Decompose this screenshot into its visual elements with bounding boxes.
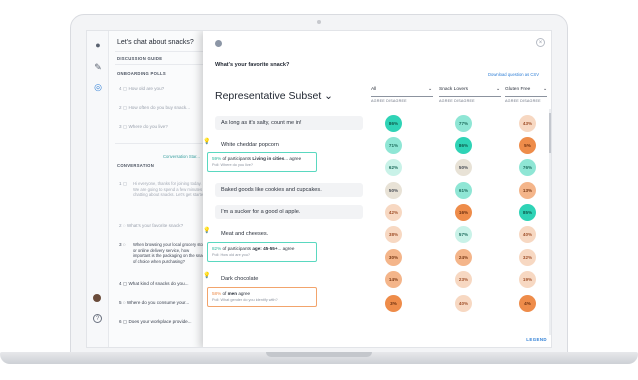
result-circle[interactable]: 30%	[385, 249, 402, 266]
response-row[interactable]: As long as it's salty, count me in!	[215, 116, 363, 130]
response-row[interactable]: White cheddar popcorn	[215, 138, 363, 152]
intro-text: Hi everyone, thanks for joining today. W…	[133, 181, 207, 198]
insight-card[interactable]: 58% of men agree Poll: What gender do yo…	[207, 287, 317, 307]
list-item[interactable]: 1 ▢	[119, 181, 127, 187]
conversation-starter-tag: Conversation Star...	[163, 154, 200, 159]
list-item[interactable]: 3 ▢ Where do you live?	[119, 124, 168, 130]
result-circle[interactable]: 61%	[455, 182, 472, 199]
list-item[interactable]: 4 ▢ How old are you?	[119, 86, 164, 92]
section-onboarding-polls[interactable]: ONBOARDING POLLS	[117, 71, 166, 76]
segment-underline	[439, 96, 501, 97]
result-circle[interactable]: 5%	[519, 137, 536, 154]
help-icon[interactable]: ?	[93, 314, 102, 323]
result-circle[interactable]: 40%	[455, 295, 472, 312]
divider	[115, 64, 209, 65]
segment-underline	[371, 96, 433, 97]
laptop-notch	[266, 352, 372, 357]
app-screen: ● ✎ ◎ ? Let's chat about snacks? DISCUSS…	[86, 30, 552, 348]
result-circle[interactable]: 16%	[455, 204, 472, 221]
list-item[interactable]: 6 ▢ Does your workplace provide...	[119, 319, 192, 325]
close-icon[interactable]: ×	[536, 38, 545, 47]
sort-toggle[interactable]: AGREE DISAGREE	[505, 99, 541, 103]
subset-dropdown[interactable]: Representative Subset ⌄	[215, 90, 333, 102]
result-circle[interactable]: 77%	[455, 115, 472, 132]
result-circle[interactable]: 42%	[385, 204, 402, 221]
result-circle[interactable]: 76%	[519, 159, 536, 176]
sort-toggle[interactable]: AGREE DISAGREE	[439, 99, 475, 103]
response-row[interactable]: I'm a sucker for a good ol apple.	[215, 205, 363, 219]
segment-select-gluten-free[interactable]: Gluten Free ⌄	[505, 87, 547, 92]
result-circle[interactable]: 86%	[455, 137, 472, 154]
result-circle[interactable]: 86%	[385, 115, 402, 132]
scrollbar-thumb[interactable]	[549, 113, 551, 153]
result-circle[interactable]: 3%	[385, 295, 402, 312]
result-circle[interactable]: 23%	[455, 271, 472, 288]
result-circle[interactable]: 14%	[385, 271, 402, 288]
chevron-down-icon: ⌄	[324, 90, 333, 102]
result-circle[interactable]: 32%	[519, 249, 536, 266]
chevron-down-icon: ⌄	[496, 87, 501, 92]
legend-link[interactable]: LEGEND	[526, 337, 547, 342]
section-discussion-guide[interactable]: DISCUSSION GUIDE	[117, 56, 162, 61]
result-circle[interactable]: 50%	[455, 159, 472, 176]
discussion-guide: Let's chat about snacks? DISCUSSION GUID…	[109, 31, 209, 347]
result-circle[interactable]: 50%	[385, 182, 402, 199]
response-row[interactable]: Meat and cheeses.	[215, 227, 363, 241]
result-circle[interactable]: 40%	[519, 226, 536, 243]
lightbulb-icon[interactable]: 💡	[203, 227, 210, 234]
segment-select-all[interactable]: All ⌄	[371, 87, 432, 92]
question-title: What's your favorite snack?	[215, 62, 290, 68]
chat-icon[interactable]: ◎	[92, 81, 104, 93]
avatar[interactable]	[93, 294, 101, 302]
segment-select-snack-lovers[interactable]: Snack Lovers ⌄	[439, 87, 500, 92]
download-csv-link[interactable]: Download question as CSV	[488, 72, 539, 77]
chevron-down-icon: ⌄	[428, 87, 433, 92]
guide-title: Let's chat about snacks?	[117, 39, 194, 46]
logo-icon	[215, 40, 222, 47]
result-circle[interactable]: 24%	[455, 249, 472, 266]
list-item[interactable]: 4 ▢ What kind of snacks do you...	[119, 281, 188, 287]
icon-rail: ● ✎ ◎ ?	[87, 31, 109, 347]
camera-dot	[317, 20, 321, 24]
response-row[interactable]: Dark chocolate	[215, 272, 363, 286]
result-circle[interactable]: 19%	[519, 271, 536, 288]
list-item[interactable]: 5 ◌ Where do you consume your...	[119, 300, 189, 305]
result-circle[interactable]: 13%	[519, 182, 536, 199]
divider	[115, 143, 209, 144]
list-item[interactable]: 3 ◌	[119, 242, 126, 247]
list-item[interactable]: 2 ▢ How often do you buy snack...	[119, 105, 190, 111]
sort-toggle[interactable]: AGREE DISAGREE	[371, 99, 407, 103]
chevron-down-icon: ⌄	[543, 87, 548, 92]
segment-underline	[505, 96, 547, 97]
app-logo-icon[interactable]: ●	[92, 39, 104, 51]
result-circle[interactable]: 57%	[455, 226, 472, 243]
insight-card[interactable]: 59% of participants Living in cities... …	[207, 152, 317, 172]
response-row[interactable]: Baked goods like cookies and cupcakes.	[215, 183, 363, 197]
edit-icon[interactable]: ✎	[92, 61, 104, 73]
lightbulb-icon[interactable]: 💡	[203, 272, 210, 279]
result-circle[interactable]: 43%	[519, 115, 536, 132]
result-circle[interactable]: 71%	[385, 137, 402, 154]
result-circle[interactable]: 85%	[519, 204, 536, 221]
result-circle[interactable]: 4%	[519, 295, 536, 312]
divider	[115, 51, 209, 52]
section-conversation[interactable]: CONVERSATION	[117, 163, 154, 168]
result-circle[interactable]: 62%	[385, 159, 402, 176]
results-panel: × What's your favorite snack? Download q…	[203, 31, 551, 347]
list-item[interactable]: 2 ◌ What's your favorite snack?	[119, 223, 183, 228]
packaging-question[interactable]: When browsing your local grocery store o…	[133, 242, 207, 264]
lightbulb-icon[interactable]: 💡	[203, 138, 210, 145]
insight-card[interactable]: 82% of participants age: 45-55+... agree…	[207, 242, 317, 262]
result-circle[interactable]: 38%	[385, 226, 402, 243]
